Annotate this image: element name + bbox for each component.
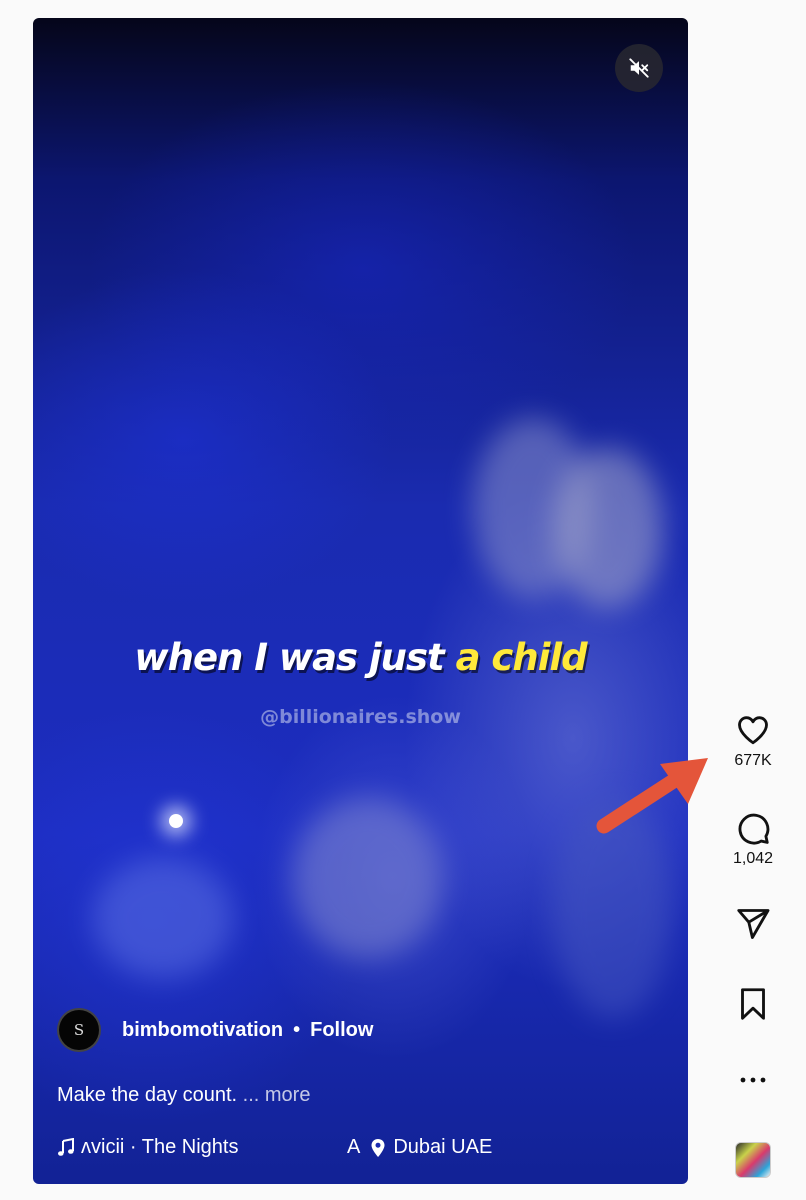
comment-action: 1,042 [720, 810, 786, 868]
music-note-icon [58, 1137, 74, 1156]
reel-video[interactable]: when I was just a child @billionaires.sh… [33, 18, 688, 1184]
annotation-arrow-icon [596, 758, 708, 834]
avatar-logo: S [73, 1021, 85, 1039]
comment-bubble-icon[interactable] [735, 810, 771, 846]
location-name: Dubai UAE [393, 1136, 493, 1158]
speaker-muted-icon [628, 57, 650, 79]
comment-count: 1,042 [732, 850, 774, 867]
reel-viewer: when I was just a child @billionaires.sh… [0, 0, 806, 1200]
mute-toggle-button[interactable] [615, 44, 663, 92]
caption-highlight-text: a child [455, 636, 588, 679]
bookmark-icon[interactable] [735, 986, 771, 1022]
avatar[interactable]: S [57, 1008, 101, 1052]
caption-text: when I was just [134, 636, 456, 679]
paper-plane-icon[interactable] [735, 906, 771, 942]
author-row: S bimbomotivation • Follow [57, 1008, 373, 1052]
separator-dot: • [293, 1018, 301, 1041]
like-count: 677K [734, 752, 772, 769]
share-action [720, 906, 786, 942]
audio-location-row: ʌvicii · The Nights A Dubai UAE [57, 1136, 677, 1159]
crowd-hand-shape [293, 798, 443, 958]
location-truncated-text: A [347, 1136, 361, 1158]
crowd-hand-shape [553, 448, 663, 608]
video-watermark: @billionaires.show [260, 706, 461, 728]
save-action [720, 986, 786, 1022]
more-action [720, 1070, 786, 1090]
more-link[interactable]: ... more [243, 1084, 311, 1106]
post-description: Make the day count. ... more [57, 1084, 310, 1107]
more-dots-icon[interactable] [738, 1070, 768, 1090]
like-action: 677K [720, 712, 786, 770]
location-pin-icon [371, 1138, 385, 1157]
phone-flash-light [169, 814, 183, 828]
author-username[interactable]: bimbomotivation [122, 1019, 283, 1042]
heart-icon[interactable] [735, 712, 771, 748]
follow-button[interactable]: Follow [310, 1019, 373, 1042]
audio-thumbnail-action [720, 1142, 786, 1178]
crowd-shape [93, 858, 233, 978]
audio-track-link[interactable]: ʌvicii · The Nights [81, 1136, 238, 1159]
audio-thumbnail[interactable] [735, 1142, 771, 1178]
location-link[interactable]: A Dubai UAE [347, 1136, 492, 1159]
description-text: Make the day count. [57, 1084, 238, 1106]
video-caption-overlay: when I was just a child [33, 636, 688, 679]
